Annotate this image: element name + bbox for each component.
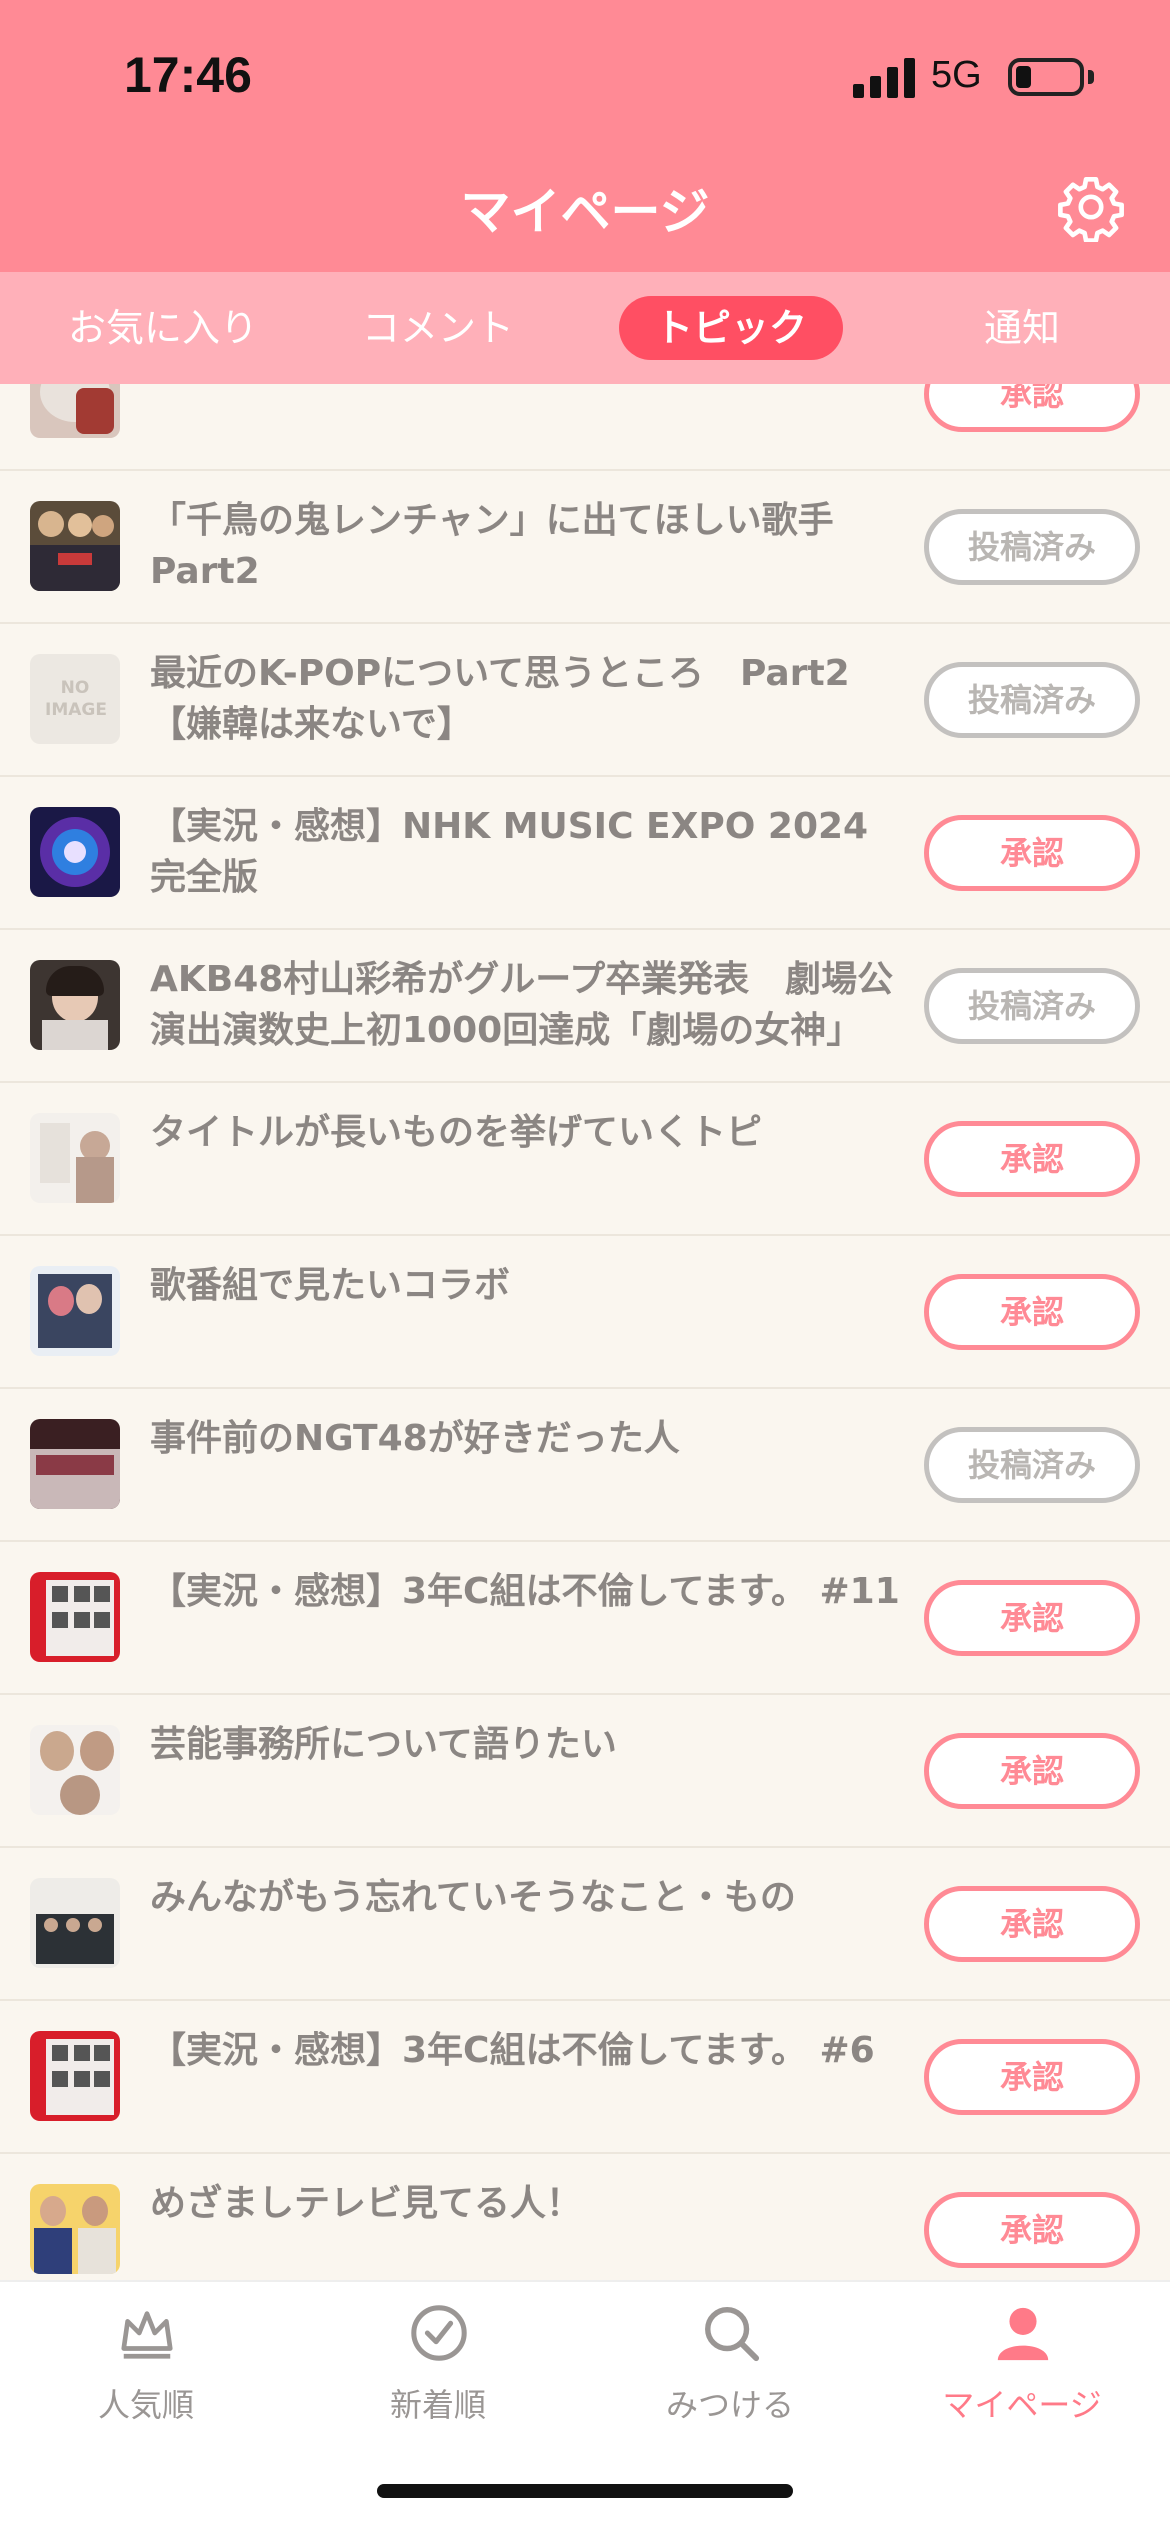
topic-thumbnail (30, 1725, 120, 1815)
topic-thumbnail (30, 501, 120, 591)
topic-thumbnail (30, 2031, 120, 2121)
approve-button[interactable]: 承認 (924, 815, 1140, 891)
posted-button[interactable]: 投稿済み (924, 662, 1140, 738)
battery-icon (1008, 58, 1084, 96)
topic-thumbnail (30, 1113, 120, 1203)
approve-button[interactable]: 承認 (924, 2039, 1140, 2115)
posted-button[interactable]: 投稿済み (924, 1427, 1140, 1503)
no-image-text: NO IMAGE (45, 678, 107, 720)
list-item[interactable]: 芸能事務所について語りたい 承認 (0, 1695, 1170, 1848)
topic-title: 【実況・感想】いきなり婚 #1 (150, 384, 900, 393)
list-item[interactable]: 【実況・感想】3年C組は不倫してます。 #11 承認 (0, 1542, 1170, 1695)
topic-thumbnail (30, 2184, 120, 2274)
topic-title: 歌番組で見たいコラボ (150, 1265, 511, 1306)
list-item[interactable]: みんながもう忘れていそうなこと・もの 承認 (0, 1848, 1170, 2001)
header: 17:46 5G マイページ (0, 0, 1170, 272)
tab-bar: お気に入り コメント トピック 通知 (0, 272, 1170, 384)
topic-title: 芸能事務所について語りたい (150, 1724, 617, 1765)
posted-button[interactable]: 投稿済み (924, 509, 1140, 585)
nav-newest[interactable]: 新着順 (292, 2282, 584, 2432)
nav-search[interactable]: みつける (584, 2282, 876, 2432)
list-item[interactable]: 【実況・感想】NHK MUSIC EXPO 2024 完全版 承認 (0, 777, 1170, 930)
approve-button[interactable]: 承認 (924, 2192, 1140, 2268)
tab-topics[interactable]: トピック (619, 296, 843, 360)
approve-button[interactable]: 承認 (924, 1274, 1140, 1350)
list-item[interactable]: めざましテレビ見てる人！ 承認 (0, 2154, 1170, 2280)
no-image-placeholder: NO IMAGE (30, 654, 120, 744)
topic-thumbnail (30, 384, 120, 438)
posted-button[interactable]: 投稿済み (924, 968, 1140, 1044)
topic-thumbnail (30, 1572, 120, 1662)
topic-thumbnail (30, 1878, 120, 1968)
approve-button[interactable]: 承認 (924, 1733, 1140, 1809)
crown-icon (121, 2311, 173, 2359)
gear-icon[interactable] (1056, 172, 1126, 242)
status-time: 17:46 (124, 47, 252, 103)
search-icon (705, 2307, 760, 2362)
app-screen: 17:46 5G マイページ お気に入り コメント トピック 通知 承認 「千鳥… (0, 0, 1170, 2532)
list-item[interactable]: 事件前のNGT48が好きだった人 投稿済み (0, 1389, 1170, 1542)
network-label: 5G (931, 54, 982, 96)
topic-list: 【実況・感想】いきなり婚 #1 承認 「千鳥の鬼レンチャン」に出てほしい歌手 P… (0, 384, 1170, 2280)
list-item[interactable]: 【実況・感想】いきなり婚 #1 承認 (0, 384, 1170, 471)
topic-title: タイトルが長いものを挙げていくトピ (150, 1112, 763, 1153)
topic-title: 【実況・感想】3年C組は不倫してます。 #6 (150, 2030, 875, 2071)
tab-favorites[interactable]: お気に入り (30, 296, 296, 360)
topic-title: 事件前のNGT48が好きだった人 (150, 1418, 680, 1459)
person-icon (997, 2307, 1049, 2361)
approve-button[interactable]: 承認 (924, 1580, 1140, 1656)
list-item[interactable]: 【実況・感想】3年C組は不倫してます。 #6 承認 (0, 2001, 1170, 2154)
nav-label: みつける (665, 2386, 794, 2424)
list-item[interactable]: 「千鳥の鬼レンチャン」に出てほしい歌手 Part2 投稿済み (0, 471, 1170, 624)
tab-comments[interactable]: コメント (330, 296, 546, 360)
topic-thumbnail (30, 960, 120, 1050)
topic-thumbnail (30, 1266, 120, 1356)
page-title: マイページ (460, 183, 710, 241)
approve-button[interactable]: 承認 (924, 384, 1140, 432)
signal-icon (853, 58, 915, 98)
nav-label: 新着順 (389, 2386, 486, 2424)
topic-title: 【実況・感想】NHK MUSIC EXPO 2024 完全版 (150, 806, 869, 898)
topic-thumbnail (30, 807, 120, 897)
topic-title: 最近のK-POPについて思うところ Part2【嫌韓は来ないで】 (150, 653, 850, 745)
topic-title: 【実況・感想】3年C組は不倫してます。 #11 (150, 1571, 900, 1612)
list-item[interactable]: タイトルが長いものを挙げていくトピ 承認 (0, 1083, 1170, 1236)
topic-title: みんながもう忘れていそうなこと・もの (150, 1877, 796, 1918)
status-bar: 17:46 5G (0, 0, 1170, 150)
list-item[interactable]: NO IMAGE 最近のK-POPについて思うところ Part2【嫌韓は来ないで… (0, 624, 1170, 777)
nav-popular[interactable]: 人気順 (0, 2282, 292, 2432)
topic-title: 「千鳥の鬼レンチャン」に出てほしい歌手 Part2 (150, 500, 834, 592)
approve-button[interactable]: 承認 (924, 1121, 1140, 1197)
nav-label: マイページ (942, 2386, 1102, 2424)
nav-mypage[interactable]: マイページ (876, 2282, 1168, 2432)
home-indicator (377, 2484, 793, 2498)
tab-notifications[interactable]: 通知 (940, 296, 1104, 360)
approve-button[interactable]: 承認 (924, 1886, 1140, 1962)
clock-icon (411, 2305, 467, 2361)
battery-level (1016, 66, 1031, 88)
topic-title: AKB48村山彩希がグループ卒業発表 劇場公演出演数史上初1000回達成「劇場の… (150, 959, 894, 1051)
nav-label: 人気順 (97, 2386, 194, 2424)
topic-title: めざましテレビ見てる人！ (150, 2183, 583, 2224)
topic-thumbnail (30, 1419, 120, 1509)
list-item[interactable]: AKB48村山彩希がグループ卒業発表 劇場公演出演数史上初1000回達成「劇場の… (0, 930, 1170, 1083)
battery-tip (1088, 70, 1094, 84)
list-item[interactable]: 歌番組で見たいコラボ 承認 (0, 1236, 1170, 1389)
